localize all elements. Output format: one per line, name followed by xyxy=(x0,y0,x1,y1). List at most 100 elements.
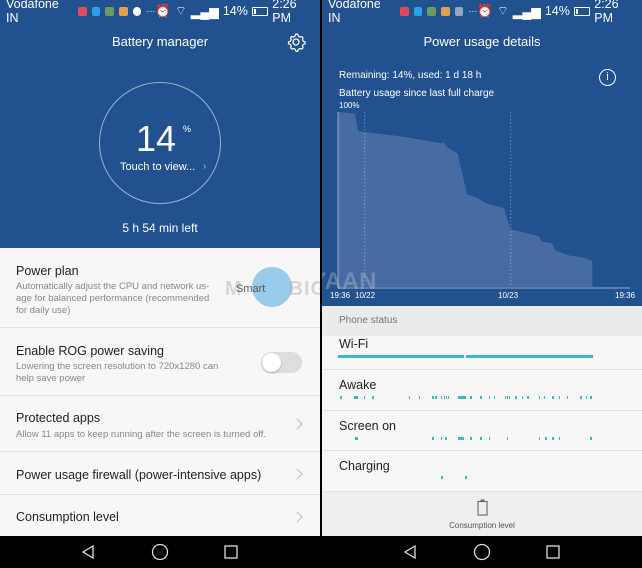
home-icon[interactable] xyxy=(473,543,491,561)
item-title: Protected apps xyxy=(16,411,101,425)
status-tick xyxy=(440,437,443,440)
item-title: Enable ROG power saving xyxy=(16,344,164,358)
item-desc: Automatically adjust the CPU and network… xyxy=(16,281,210,316)
home-icon[interactable] xyxy=(151,543,169,561)
battery-percent: 14% xyxy=(222,4,248,18)
status-segment xyxy=(466,355,593,358)
status-label: Awake xyxy=(339,378,377,392)
notification-icon xyxy=(441,6,450,16)
status-tick xyxy=(435,396,437,399)
consumption-level-button[interactable]: Consumption level xyxy=(322,492,642,536)
toggle-knob xyxy=(262,353,281,372)
status-tick xyxy=(585,396,588,399)
power-usage-firewall-item[interactable]: Power usage firewall (power-intensive ap… xyxy=(0,452,320,495)
status-tick xyxy=(515,396,517,399)
status-row-awake: Awake xyxy=(322,370,642,411)
battery-icon xyxy=(573,6,591,16)
clock: 2:26 PM xyxy=(594,0,619,25)
info-icon[interactable]: i xyxy=(599,69,616,86)
chevron-right-icon: › xyxy=(203,161,207,172)
status-track xyxy=(338,355,593,358)
power-plan-item[interactable]: Power plan Automatically adjust the CPU … xyxy=(0,248,320,328)
status-track xyxy=(338,476,592,479)
status-tick xyxy=(521,396,524,399)
battery-manager-screen: Vodafone IN ··· ⏰ ⌔ ▂▄▆ 14% 2:26 PM Batt… xyxy=(0,0,320,568)
notification-icon xyxy=(78,6,87,16)
status-track xyxy=(338,437,592,440)
status-label: Charging xyxy=(339,459,390,473)
back-icon[interactable] xyxy=(402,544,418,560)
status-tick xyxy=(356,437,359,440)
status-tick xyxy=(590,437,592,440)
time-left: 5 h 54 min left xyxy=(122,221,198,235)
wifi-icon: ⌔ xyxy=(497,4,509,18)
battery-percent-large: 14 xyxy=(136,118,177,159)
status-tick xyxy=(372,396,374,399)
status-tick xyxy=(462,437,464,440)
battery-level-area xyxy=(338,112,593,287)
page-title: Power usage details xyxy=(423,34,541,49)
status-bar: Vodafone IN ··· ⏰ ⌔ ▂▄▆ 14% 2:26 PM xyxy=(322,0,642,25)
status-tick xyxy=(465,476,467,479)
status-tick xyxy=(480,396,482,399)
status-tick xyxy=(543,396,546,399)
status-tick xyxy=(488,396,491,399)
page-title: Battery manager xyxy=(111,34,209,49)
status-tick xyxy=(470,396,472,399)
back-icon[interactable] xyxy=(80,544,96,560)
x-tick-label: 10/23 xyxy=(498,291,519,300)
notification-icon xyxy=(91,6,101,16)
notification-icon xyxy=(427,6,437,16)
status-tick xyxy=(418,396,421,399)
status-tick xyxy=(558,396,561,399)
recents-icon[interactable] xyxy=(224,545,238,559)
watermark: GYAAN xyxy=(322,268,377,295)
status-tick xyxy=(508,396,511,399)
status-segment xyxy=(338,355,465,358)
percent-sign: % xyxy=(183,124,192,134)
battery-icon xyxy=(251,6,269,16)
rog-toggle[interactable] xyxy=(261,352,302,373)
status-track xyxy=(338,396,592,399)
item-title: Power usage firewall (power-intensive ap… xyxy=(16,468,262,482)
status-tick xyxy=(580,396,582,399)
remaining-text: Remaining: 14%, used: 1 d 18 h xyxy=(339,70,482,81)
status-tick xyxy=(447,396,450,399)
carrier-label: Vodafone IN xyxy=(328,0,381,25)
status-tick xyxy=(480,437,482,440)
status-tick xyxy=(408,396,411,399)
recents-icon[interactable] xyxy=(546,545,560,559)
status-tick xyxy=(440,396,443,399)
power-plan-value: Smart xyxy=(236,283,266,295)
status-tick xyxy=(432,396,434,399)
touch-to-view-link[interactable]: Touch to view... xyxy=(120,161,195,173)
status-label: Screen on xyxy=(339,419,396,433)
status-tick xyxy=(545,437,547,440)
signal-icon: ▂▄▆ xyxy=(190,4,219,19)
chart-title: Battery usage since last full charge xyxy=(339,88,495,99)
button-label: Consumption level xyxy=(449,521,515,530)
battery-outline-icon xyxy=(477,499,488,516)
chevron-right-icon xyxy=(291,468,303,480)
status-tick xyxy=(493,396,496,399)
notification-icon xyxy=(132,6,142,16)
status-tick xyxy=(538,396,541,399)
notification-icon xyxy=(413,6,423,16)
status-tick xyxy=(527,396,529,399)
wifi-icon: ⌔ xyxy=(175,4,187,18)
chevron-right-icon xyxy=(291,418,303,430)
notification-icon xyxy=(400,6,409,16)
status-tick xyxy=(441,476,443,479)
consumption-level-item[interactable]: Consumption level xyxy=(0,495,320,536)
gear-icon[interactable] xyxy=(286,32,306,52)
signal-icon: ▂▄▆ xyxy=(512,4,541,19)
rog-power-saving-item[interactable]: Enable ROG power saving Lowering the scr… xyxy=(0,328,320,396)
power-usage-details-screen: Vodafone IN ··· ⏰ ⌔ ▂▄▆ 14% 2:26 PM Powe… xyxy=(322,0,642,568)
notification-icon xyxy=(105,6,115,16)
x-tick-label: 19:36 xyxy=(615,291,636,300)
protected-apps-item[interactable]: Protected apps Allow 11 apps to keep run… xyxy=(0,396,320,452)
status-row-screen-on: Screen on xyxy=(322,411,642,451)
status-tick xyxy=(538,437,541,440)
status-tick xyxy=(566,396,569,399)
clock: 2:26 PM xyxy=(272,0,297,25)
